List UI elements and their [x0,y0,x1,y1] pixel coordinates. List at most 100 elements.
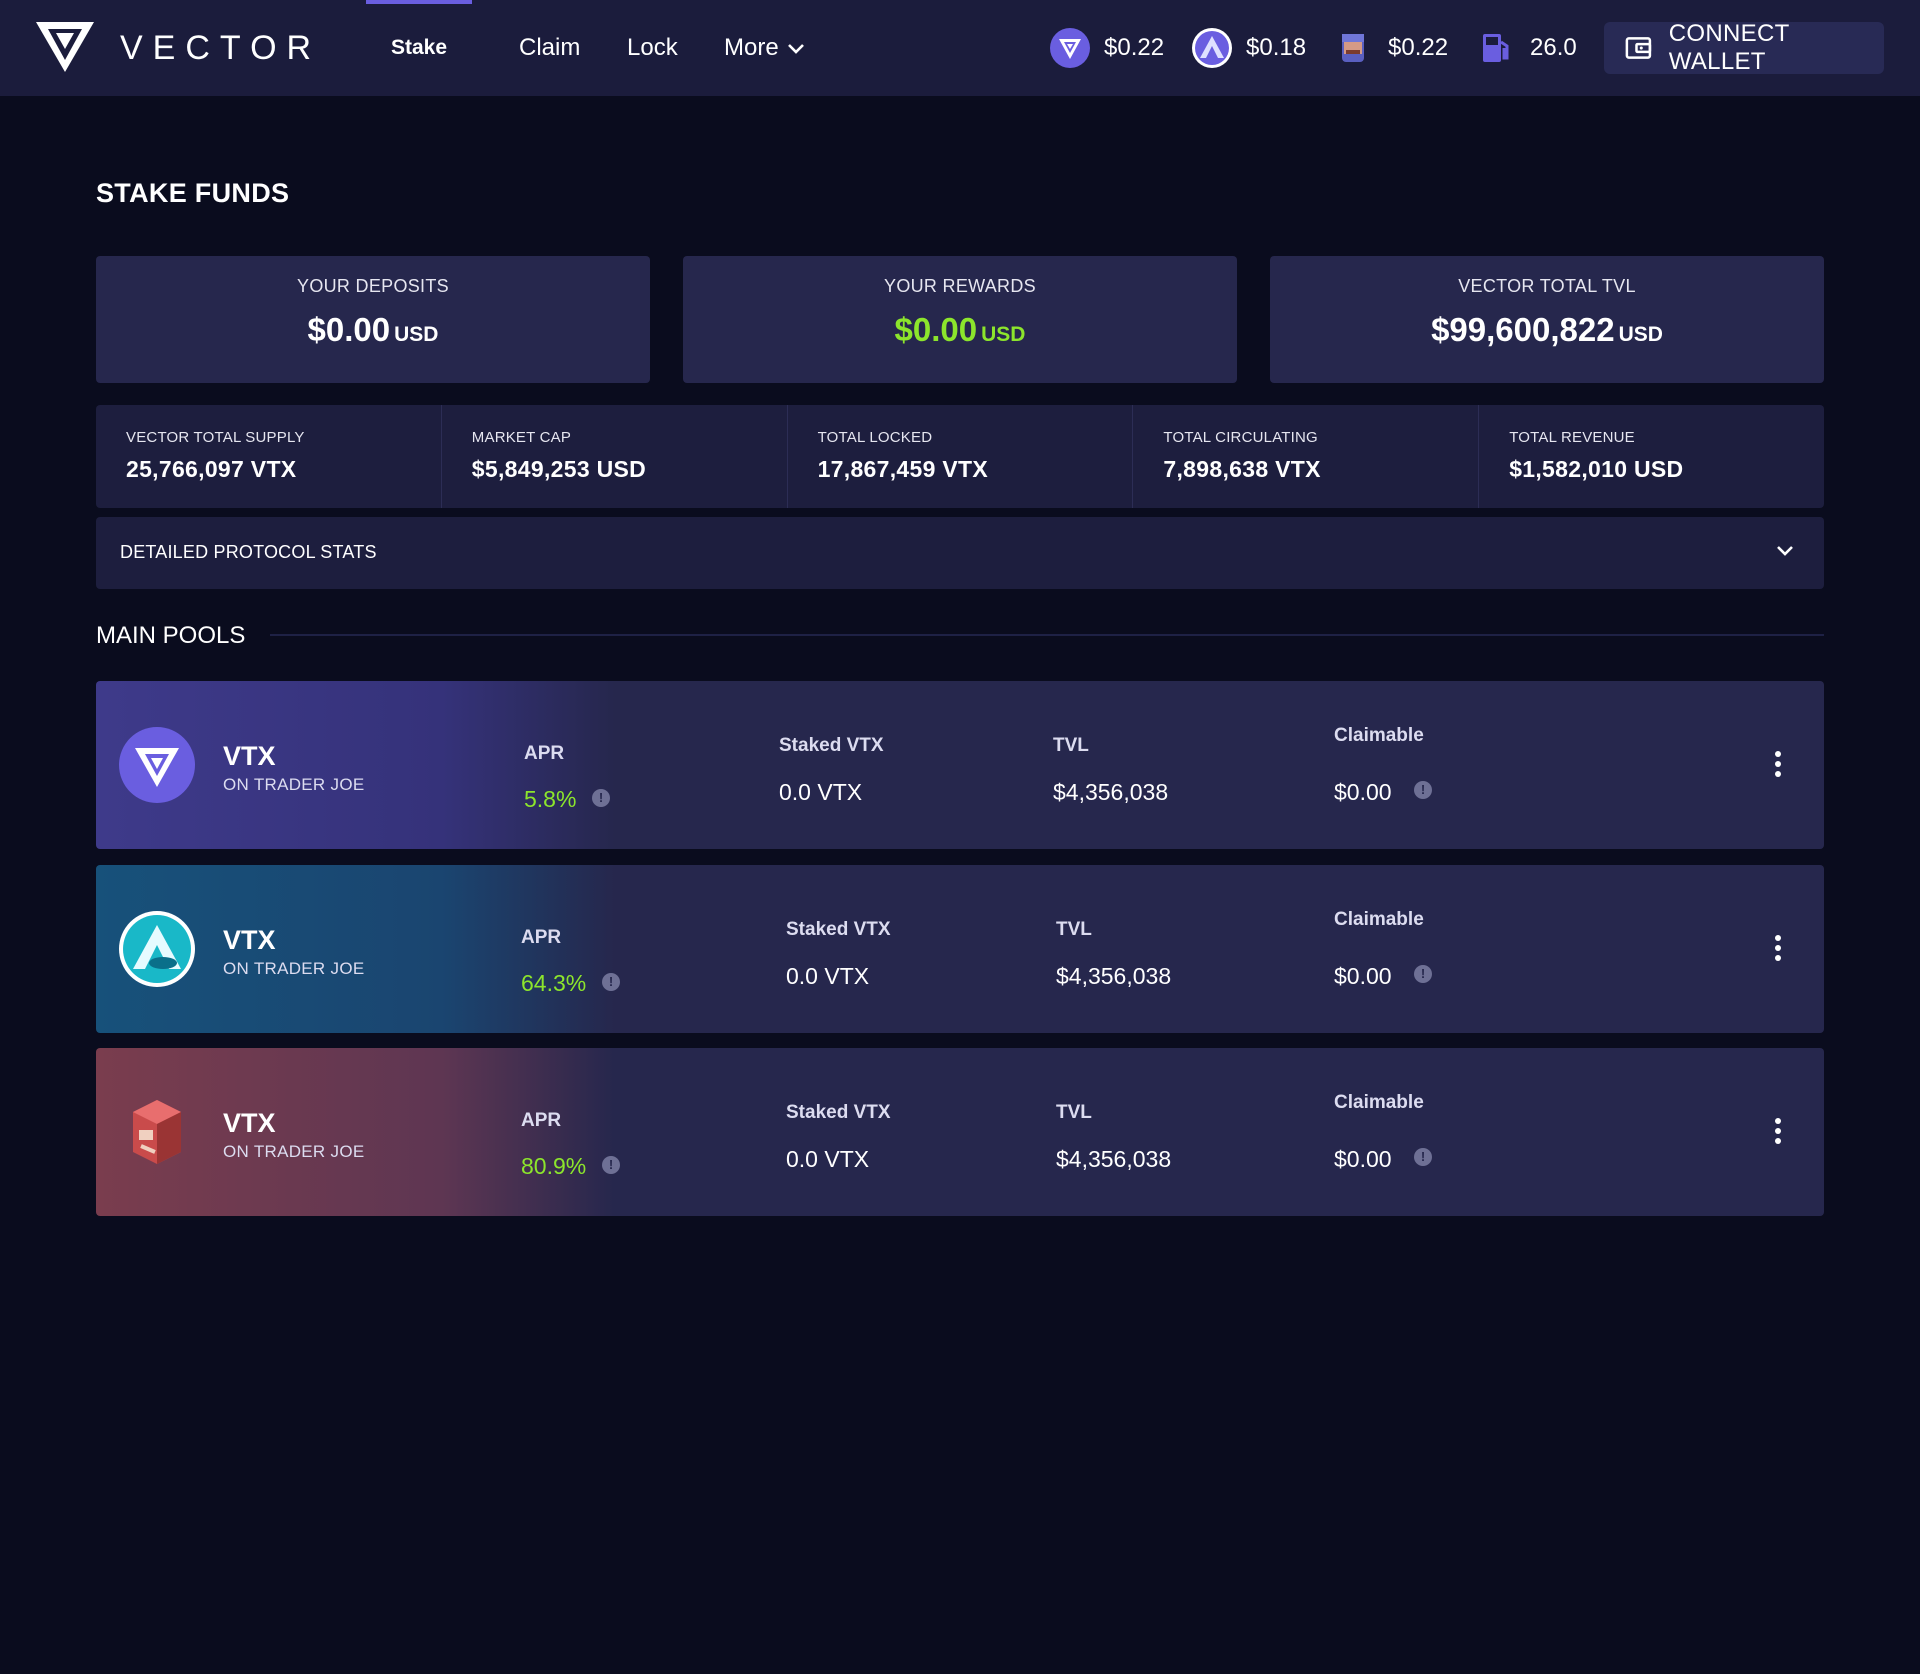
card-label: YOUR REWARDS [884,276,1036,296]
stat-total-revenue: TOTAL REVENUE $1,582,010 USD [1479,405,1824,508]
rewards-card: YOUR REWARDS $0.00 USD [683,256,1237,383]
ticker-value: $0.22 [1104,34,1165,61]
claimable-label: Claimable [1334,1092,1424,1113]
card-label: VECTOR TOTAL TVL [1458,276,1636,296]
vtx-price-ticker: $0.22 [1050,26,1164,70]
ticker-value: $0.18 [1246,34,1307,61]
card-amount: $0.00 USD [96,311,650,349]
info-icon[interactable]: ! [602,973,620,991]
stat-label: VECTOR TOTAL SUPPLY [126,429,305,446]
chevron-down-icon [1776,545,1794,557]
nav-more-label: More [724,34,779,61]
card-amount: $0.00 USD [683,311,1237,349]
connect-wallet-label: CONNECT WALLET [1668,20,1790,75]
pool-token-sub: ON TRADER JOE [223,959,365,978]
tvl-label: TVL [1056,919,1092,940]
stat-value: 7,898,638 VTX [1163,456,1321,482]
info-icon[interactable]: ! [1414,965,1432,983]
claimable-value: $0.00 [1334,779,1392,805]
page-title: STAKE FUNDS [96,178,290,208]
gas-pump-icon [1476,28,1516,68]
stat-value: 25,766,097 VTX [126,456,297,482]
apr-label: APR [521,927,562,948]
more-options-icon[interactable] [1768,1118,1788,1148]
ticker-value: $0.22 [1388,34,1449,61]
nav-more[interactable]: More [724,0,805,96]
stat-total-circulating: TOTAL CIRCULATING 7,898,638 VTX [1133,405,1480,508]
staked-label: Staked VTX [779,735,884,756]
vector-token-icon [1050,28,1090,68]
nav-claim[interactable]: Claim [519,0,580,96]
stat-total-locked: TOTAL LOCKED 17,867,459 VTX [788,405,1134,508]
nav-lock[interactable]: Lock [627,0,678,96]
pool-row[interactable]: VTX ON TRADER JOE APR 5.8% ! Staked VTX … [96,681,1824,849]
amount-unit: USD [1618,323,1663,346]
stat-label: MARKET CAP [471,429,572,446]
stat-value: 17,867,459 VTX [817,456,989,482]
stat-value: $1,582,010 USD [1509,456,1684,482]
connect-wallet-button[interactable]: CONNECT WALLET [1604,20,1884,75]
section-divider [270,634,1824,636]
stat-value: $5,849,253 USD [471,456,647,482]
claimable-label: Claimable [1334,725,1424,746]
tvl-label: TVL [1053,735,1089,756]
pool-token-sub: ON TRADER JOE [223,775,365,794]
stat-label: TOTAL LOCKED [817,429,933,446]
claimable-label: Claimable [1334,909,1424,930]
pool-token-name: VTX [223,741,276,771]
stat-market-cap: MARKET CAP $5,849,253 USD [442,405,788,508]
total-tvl-card: VECTOR TOTAL TVL $99,600,822 USD [1270,256,1824,383]
pool-token-name: VTX [223,925,276,955]
staked-value: 0.0 VTX [786,963,870,989]
gas-price-ticker: 26.0 [1476,26,1577,70]
deposits-card: YOUR DEPOSITS $0.00 USD [96,256,650,383]
pool-row[interactable]: VTX ON TRADER JOE APR 80.9% ! Staked VTX… [96,1048,1824,1216]
claimable-value: $0.00 [1334,1146,1392,1172]
detailed-stats-label: DETAILED PROTOCOL STATS [120,542,377,562]
pool-token-sub: ON TRADER JOE [223,1142,365,1161]
ticker-value: 26.0 [1530,34,1577,61]
detailed-protocol-stats-toggle[interactable]: DETAILED PROTOCOL STATS [96,517,1824,589]
more-options-icon[interactable] [1768,935,1788,965]
apr-label: APR [521,1110,562,1131]
staked-label: Staked VTX [786,919,891,940]
joe-price-ticker: $0.22 [1334,26,1448,70]
tvl-value: $4,356,038 [1056,963,1172,989]
tvl-value: $4,356,038 [1056,1146,1172,1172]
apr-value: 64.3% [521,970,587,996]
stat-label: TOTAL CIRCULATING [1163,429,1318,446]
tvl-value: $4,356,038 [1053,779,1169,805]
tvl-label: TVL [1056,1102,1092,1123]
amount-unit: USD [981,323,1026,346]
brand-name: VECTOR [120,29,322,67]
amount-value: $0.00 [894,311,978,348]
joe-token-icon [1334,28,1374,68]
amount-value: $99,600,822 [1431,311,1615,348]
section-title: MAIN POOLS [96,622,246,649]
mountain-token-icon [119,911,195,987]
more-options-icon[interactable] [1768,751,1788,781]
chevron-down-icon [787,43,805,55]
protocol-stats-bar: VECTOR TOTAL SUPPLY 25,766,097 VTX MARKE… [96,405,1824,508]
card-label: YOUR DEPOSITS [297,276,449,296]
amount-value: $0.00 [307,311,391,348]
info-icon[interactable]: ! [1414,1148,1432,1166]
info-icon[interactable]: ! [1414,781,1432,799]
stat-label: TOTAL REVENUE [1509,429,1635,446]
info-icon[interactable]: ! [602,1156,620,1174]
apr-value: 80.9% [521,1153,587,1179]
mountain-token-icon [1192,28,1232,68]
pool-token-name: VTX [223,1108,276,1138]
vector-logo-icon[interactable] [34,20,96,74]
staked-value: 0.0 VTX [786,1146,870,1172]
wallet-icon [1625,37,1652,59]
staked-value: 0.0 VTX [779,779,863,805]
claimable-value: $0.00 [1334,963,1392,989]
vector-token-icon [119,727,195,803]
apr-label: APR [524,743,565,764]
card-amount: $99,600,822 USD [1270,311,1824,349]
mountain-price-ticker: $0.18 [1192,26,1306,70]
info-icon[interactable]: ! [592,789,610,807]
nav-stake[interactable]: Stake [366,0,472,96]
pool-row[interactable]: VTX ON TRADER JOE APR 64.3% ! Staked VTX… [96,865,1824,1033]
